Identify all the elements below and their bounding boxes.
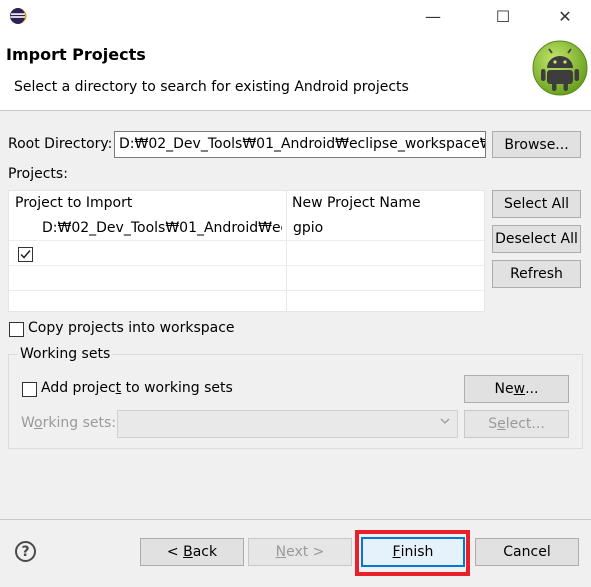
column-header-project[interactable]: Project to Import bbox=[9, 191, 138, 217]
maximize-button[interactable]: ☐ bbox=[480, 0, 526, 32]
minimize-button[interactable]: — bbox=[410, 0, 456, 32]
eclipse-app-icon bbox=[10, 8, 27, 24]
cancel-button[interactable]: Cancel bbox=[475, 538, 579, 566]
root-directory-input[interactable]: D:₩02_Dev_Tools₩01_Android₩eclipse_works… bbox=[114, 131, 486, 158]
column-divider bbox=[286, 191, 287, 313]
working-sets-group-title: Working sets bbox=[18, 346, 113, 362]
working-sets-combo[interactable] bbox=[117, 410, 458, 438]
help-icon[interactable]: ? bbox=[15, 541, 36, 562]
wizard-header bbox=[0, 32, 591, 110]
column-header-new-name[interactable]: New Project Name bbox=[286, 191, 427, 217]
add-to-working-sets-label[interactable]: Add project to working sets bbox=[41, 380, 233, 396]
header-separator bbox=[0, 110, 591, 111]
next-button[interactable]: Next > bbox=[248, 538, 352, 566]
back-button[interactable]: < Back bbox=[140, 538, 244, 566]
footer-separator bbox=[0, 519, 591, 520]
refresh-button[interactable]: Refresh bbox=[492, 260, 581, 288]
root-directory-label: Root Directory: bbox=[8, 136, 113, 152]
finish-highlight-box bbox=[355, 530, 470, 576]
table-row[interactable]: D:₩02_Dev_Tools₩01_Android₩ec... gpio bbox=[9, 217, 485, 262]
deselect-all-button[interactable]: Deselect All bbox=[492, 225, 581, 253]
projects-table: Project to Import New Project Name D:₩02… bbox=[8, 190, 486, 313]
working-sets-label: Working sets: bbox=[21, 415, 116, 431]
wizard-description: Select a directory to search for existin… bbox=[14, 79, 409, 95]
row-line bbox=[9, 240, 486, 241]
checkmark-icon bbox=[20, 250, 31, 259]
wizard-title: Import Projects bbox=[6, 45, 146, 64]
row-line bbox=[9, 265, 486, 266]
row-line bbox=[9, 290, 486, 291]
android-logo-icon bbox=[532, 40, 588, 96]
add-to-working-sets-checkbox[interactable] bbox=[22, 382, 37, 397]
copy-projects-label[interactable]: Copy projects into workspace bbox=[28, 320, 235, 336]
browse-button[interactable]: Browse... bbox=[492, 131, 581, 158]
select-all-button[interactable]: Select All bbox=[492, 190, 581, 218]
chevron-down-icon bbox=[439, 415, 451, 431]
project-checkbox[interactable] bbox=[18, 247, 33, 262]
projects-label: Projects: bbox=[8, 166, 68, 182]
project-name-cell[interactable]: gpio bbox=[293, 220, 323, 236]
project-path-cell: D:₩02_Dev_Tools₩01_Android₩ec... bbox=[42, 220, 282, 236]
new-working-set-button[interactable]: Ne w... bbox=[464, 375, 569, 403]
copy-projects-checkbox[interactable] bbox=[9, 322, 24, 337]
close-button[interactable]: ✕ bbox=[542, 0, 588, 32]
select-working-sets-button[interactable]: Se lect... bbox=[464, 410, 569, 438]
